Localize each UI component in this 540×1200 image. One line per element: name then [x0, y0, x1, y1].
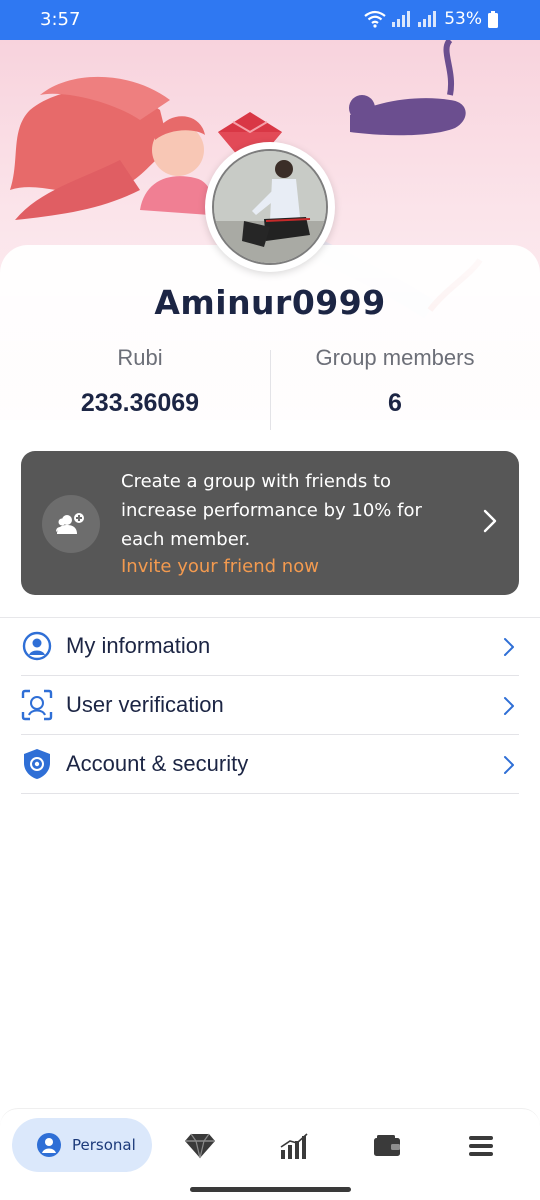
signal-icon [392, 11, 411, 27]
face-scan-icon [21, 689, 53, 721]
nav-tab-personal-label: Personal [72, 1136, 136, 1154]
nav-tab-wallet[interactable] [367, 1131, 407, 1161]
status-bar: 3:57 53% [0, 0, 540, 40]
nav-tab-chart[interactable] [274, 1131, 314, 1161]
home-indicator[interactable] [190, 1187, 351, 1192]
chevron-right-icon [504, 638, 514, 656]
stat-group-members: Group members 6 [270, 345, 520, 418]
diamond-icon [185, 1133, 215, 1159]
personal-icon [37, 1133, 61, 1157]
stat-rubi-value: 233.36069 [80, 389, 200, 417]
menu-item-user-verification[interactable]: User verification [21, 676, 519, 735]
username: Aminur0999 [154, 283, 386, 322]
stat-rubi-label: Rubi [117, 345, 163, 370]
shield-gear-icon [21, 748, 53, 780]
avatar[interactable] [205, 142, 335, 272]
chevron-right-icon [483, 509, 497, 533]
status-icons: 53% [364, 9, 498, 29]
wallet-icon [374, 1135, 400, 1156]
menu-item-label: Account & security [66, 751, 249, 776]
stat-group-members-label: Group members [315, 345, 475, 370]
nav-tab-diamond[interactable] [180, 1131, 220, 1161]
promo-text: Create a group with friends to increase … [121, 471, 422, 550]
menu-item-label: My information [66, 633, 211, 658]
nav-tab-menu[interactable] [461, 1131, 501, 1161]
stat-group-members-value: 6 [388, 389, 402, 417]
chart-bars-icon [280, 1133, 308, 1159]
user-circle-icon [21, 630, 53, 662]
settings-menu: My information User verification Account… [0, 617, 540, 794]
menu-item-account-security[interactable]: Account & security [21, 735, 519, 794]
invite-friend-link[interactable]: Invite your friend now [121, 556, 319, 577]
battery-percent: 53% [444, 9, 482, 29]
stats-row: Rubi 233.36069 Group members 6 [0, 345, 540, 435]
wifi-icon [364, 10, 386, 28]
battery-icon [488, 10, 498, 28]
menu-item-label: User verification [66, 692, 224, 717]
nav-tab-personal[interactable]: Personal [12, 1118, 152, 1172]
chevron-right-icon [504, 756, 514, 774]
status-time: 3:57 [40, 9, 81, 30]
chevron-right-icon [504, 697, 514, 715]
signal-icon-2 [418, 11, 437, 27]
avatar-photo [212, 149, 328, 265]
menu-icon [469, 1136, 493, 1156]
add-group-icon [42, 495, 100, 553]
menu-item-my-information[interactable]: My information [21, 617, 519, 676]
invite-promo-banner[interactable]: Create a group with friends to increase … [21, 451, 519, 595]
stat-rubi: Rubi 233.36069 [10, 345, 270, 418]
